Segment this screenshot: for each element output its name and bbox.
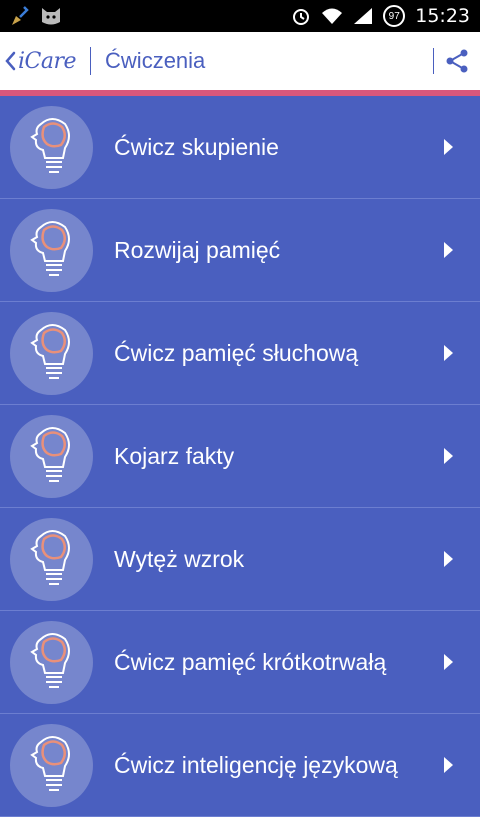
exercise-list: Ćwicz skupienie Rozwijaj pamięć Ćwicz pa… — [0, 96, 480, 817]
list-item-label: Ćwicz pamięć krótkotrwałą — [114, 648, 387, 675]
brand-logo: iCare — [18, 48, 77, 74]
page-title: Ćwiczenia — [105, 48, 206, 73]
brain-bulb-icon — [10, 208, 93, 292]
list-item[interactable]: Ćwicz pamięć krótkotrwałą — [0, 611, 480, 714]
brain-bulb-icon — [10, 311, 93, 395]
list-item-label: Kojarz fakty — [114, 442, 235, 469]
share-button[interactable] — [433, 48, 480, 74]
alarm-icon — [293, 9, 310, 25]
list-item-label: Ćwicz inteligencję językową — [114, 751, 398, 778]
brain-bulb-icon — [10, 105, 93, 189]
chevron-right-icon — [444, 448, 453, 464]
list-item-label: Wytęż wzrok — [114, 545, 245, 572]
list-item[interactable]: Ćwicz skupienie — [0, 96, 480, 199]
share-icon — [446, 49, 468, 73]
list-item-label: Ćwicz skupienie — [114, 133, 279, 160]
brain-bulb-icon — [10, 414, 93, 498]
chevron-right-icon — [444, 551, 453, 567]
chevron-left-icon — [5, 51, 16, 71]
cat-icon — [42, 8, 60, 25]
chevron-right-icon — [444, 242, 453, 258]
signal-icon — [354, 8, 373, 24]
back-button[interactable]: iCare — [0, 32, 77, 90]
battery-icon: 97 — [383, 5, 406, 27]
wifi-icon — [322, 8, 343, 24]
brain-bulb-icon — [10, 723, 93, 807]
list-item-label: Rozwijaj pamięć — [114, 236, 281, 263]
list-item[interactable]: Ćwicz pamięć słuchową — [0, 302, 480, 405]
list-item[interactable]: Ćwicz inteligencję językową — [0, 714, 480, 817]
list-item[interactable]: Kojarz fakty — [0, 405, 480, 508]
broom-icon — [12, 6, 29, 25]
divider — [90, 47, 92, 75]
brain-bulb-icon — [10, 517, 93, 601]
list-item-label: Ćwicz pamięć słuchową — [114, 339, 359, 366]
app-bar: iCare Ćwiczenia — [0, 32, 480, 90]
list-item[interactable]: Rozwijaj pamięć — [0, 199, 480, 302]
chevron-right-icon — [444, 757, 453, 773]
chevron-right-icon — [444, 139, 453, 155]
list-item[interactable]: Wytęż wzrok — [0, 508, 480, 611]
status-bar: 97 15:23 — [0, 0, 480, 32]
chevron-right-icon — [444, 654, 453, 670]
brain-bulb-icon — [10, 620, 93, 704]
clock: 15:23 — [415, 5, 470, 27]
chevron-right-icon — [444, 345, 453, 361]
